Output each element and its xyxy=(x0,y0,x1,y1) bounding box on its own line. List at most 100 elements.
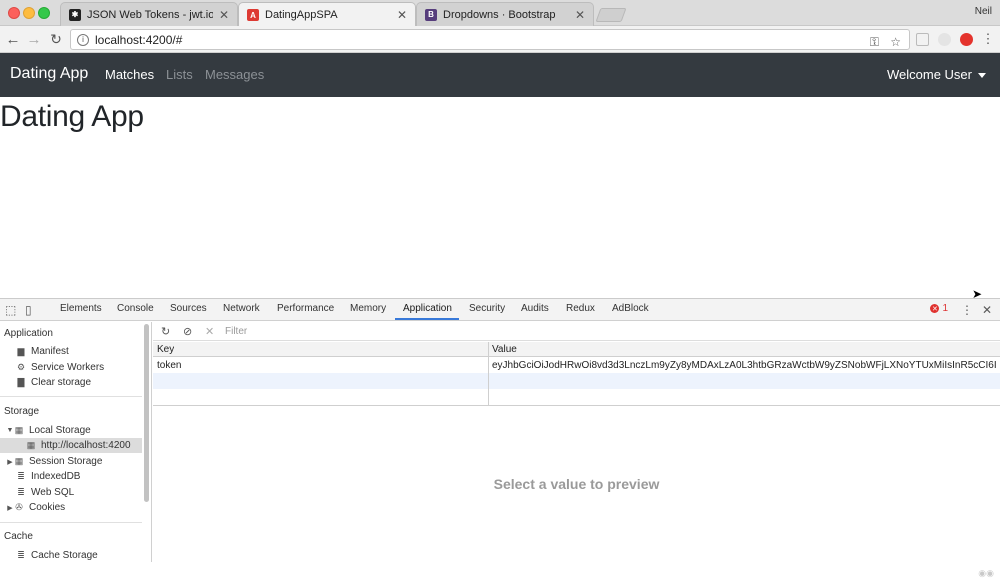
nav-link-messages[interactable]: Messages xyxy=(205,67,264,82)
back-arrow-icon[interactable]: ← xyxy=(3,29,23,49)
application-sidebar: Application ▆ Manifest ⚙ Service Workers ▇… xyxy=(0,322,152,562)
bookmark-star-icon[interactable]: ☆ xyxy=(890,35,901,49)
storage-main-pane: ↻ ⊘ ✕ Key Value token eyJhbGciOiJodHRwOi… xyxy=(153,322,1000,578)
database-icon: ≣ xyxy=(17,471,25,481)
browser-menu-icon[interactable]: ⋮ xyxy=(978,29,998,49)
cell-value: eyJhbGciOiJodHRwOi8vd3d3LnczLm9yZy8yMDAx… xyxy=(492,360,996,371)
tab-audits[interactable]: Audits xyxy=(521,303,549,314)
caret-down-icon xyxy=(978,73,986,79)
nav-link-lists[interactable]: Lists xyxy=(166,67,193,82)
app-navbar: Dating App Matches Lists Messages Welcom… xyxy=(0,53,1000,97)
column-header-key[interactable]: Key xyxy=(157,344,174,355)
delete-selected-icon[interactable]: ✕ xyxy=(205,325,214,338)
database-icon: ≣ xyxy=(17,550,25,560)
sidebar-section-storage: Storage xyxy=(4,406,40,417)
tab-performance[interactable]: Performance xyxy=(277,303,334,314)
document-icon: ▆ xyxy=(17,346,25,356)
bootstrap-icon: B xyxy=(425,8,437,21)
forward-arrow-icon[interactable]: → xyxy=(24,29,44,49)
nav-link-matches[interactable]: Matches xyxy=(105,67,154,82)
devtools-panel: ⬚ ▯ Elements Console Sources Network Per… xyxy=(0,298,1000,578)
extension-icon[interactable] xyxy=(916,33,929,46)
close-icon[interactable]: ✕ xyxy=(397,8,407,22)
sidebar-item-session-storage[interactable]: ▶ ▦ Session Storage xyxy=(0,454,142,469)
database-icon: ≣ xyxy=(17,487,25,497)
grid-icon: ▦ xyxy=(14,456,24,466)
browser-tab-datingapp[interactable]: A DatingAppSPA ✕ xyxy=(238,2,416,27)
table-row-empty[interactable] xyxy=(153,373,1000,389)
sidebar-item-label: Cache Storage xyxy=(31,550,98,561)
clear-all-icon[interactable]: ⊘ xyxy=(183,325,192,338)
refresh-icon[interactable]: ↻ xyxy=(161,325,170,338)
new-tab-button[interactable] xyxy=(595,8,627,22)
tab-title: Dropdowns · Bootstrap xyxy=(443,8,556,21)
sidebar-item-label: Service Workers xyxy=(31,362,105,373)
column-header-value[interactable]: Value xyxy=(492,344,517,355)
column-divider[interactable] xyxy=(488,342,489,406)
tab-adblock[interactable]: AdBlock xyxy=(612,303,649,314)
sidebar-item-local-storage[interactable]: ▼ ▦ Local Storage xyxy=(0,423,142,438)
user-dropdown[interactable]: Welcome User xyxy=(887,67,986,82)
sidebar-item-label: Local Storage xyxy=(29,425,91,436)
window-minimize-button[interactable] xyxy=(23,7,35,19)
error-count: 1 xyxy=(942,303,948,314)
filter-input[interactable] xyxy=(221,324,589,339)
close-icon[interactable]: ✕ xyxy=(219,8,229,22)
browser-tab-bootstrap[interactable]: B Dropdowns · Bootstrap ✕ xyxy=(416,2,594,26)
tab-redux[interactable]: Redux xyxy=(566,303,595,314)
sidebar-item-service-workers[interactable]: ⚙ Service Workers xyxy=(0,360,142,375)
window-zoom-button[interactable] xyxy=(38,7,50,19)
tab-title: JSON Web Tokens - jwt.io xyxy=(87,8,213,21)
sidebar-item-localhost[interactable]: ▦ http://localhost:4200 xyxy=(0,438,142,453)
error-icon: ✕ xyxy=(930,304,940,313)
collapsed-triangle-icon[interactable]: ▶ xyxy=(6,458,14,466)
browser-tab-jwt[interactable]: ✱ JSON Web Tokens - jwt.io ✕ xyxy=(60,2,238,26)
sidebar-item-label: Cookies xyxy=(29,502,66,513)
storage-table: Key Value token eyJhbGciOiJodHRwOi8vd3d3… xyxy=(153,342,1000,406)
sidebar-scrollbar[interactable] xyxy=(144,324,149,502)
navbar-brand[interactable]: Dating App xyxy=(10,65,88,83)
close-icon[interactable]: ✕ xyxy=(575,8,585,22)
inspect-element-icon[interactable]: ⬚ xyxy=(5,303,16,317)
extension-icon[interactable] xyxy=(938,33,951,46)
active-tab-indicator xyxy=(395,318,459,320)
udemy-watermark-icon: ◉◉ xyxy=(978,568,994,578)
tab-console[interactable]: Console xyxy=(117,303,154,314)
error-count-badge[interactable]: ✕ 1 xyxy=(930,303,948,314)
jwt-icon: ✱ xyxy=(69,8,81,21)
device-toolbar-icon[interactable]: ▯ xyxy=(25,303,32,317)
address-bar[interactable]: i localhost:4200/# ⚿ ☆ xyxy=(70,29,910,50)
sidebar-item-websql[interactable]: ≣ Web SQL xyxy=(0,485,142,500)
reload-icon[interactable]: ↻ xyxy=(46,29,66,49)
expanded-triangle-icon[interactable]: ▼ xyxy=(6,427,14,434)
devtools-close-icon[interactable]: ✕ xyxy=(982,303,992,317)
page-title: Dating App xyxy=(0,100,144,133)
opera-icon[interactable] xyxy=(960,33,973,46)
tab-memory[interactable]: Memory xyxy=(350,303,386,314)
value-preview-placeholder: Select a value to preview xyxy=(493,476,660,492)
devtools-toolbar: ⬚ ▯ Elements Console Sources Network Per… xyxy=(0,299,1000,321)
collapsed-triangle-icon[interactable]: ▶ xyxy=(6,504,14,512)
tab-application[interactable]: Application xyxy=(403,303,452,314)
browser-toolbar: ← → ↻ i localhost:4200/# ⚿ ☆ ⋮ xyxy=(0,26,1000,53)
key-icon[interactable]: ⚿ xyxy=(870,35,879,50)
browser-tab-bar: ✱ JSON Web Tokens - jwt.io ✕ A DatingApp… xyxy=(0,0,1000,27)
sidebar-item-indexeddb[interactable]: ≣ IndexedDB xyxy=(0,469,142,484)
grid-icon: ▦ xyxy=(14,425,24,435)
sidebar-item-clear-storage[interactable]: ▇ Clear storage xyxy=(0,375,142,390)
sidebar-item-cookies[interactable]: ▶ ✇ Cookies xyxy=(0,500,142,515)
tab-sources[interactable]: Sources xyxy=(170,303,207,314)
sidebar-item-manifest[interactable]: ▆ Manifest xyxy=(0,344,142,359)
tab-elements[interactable]: Elements xyxy=(60,303,102,314)
info-icon[interactable]: i xyxy=(77,33,89,46)
window-close-button[interactable] xyxy=(8,7,20,19)
tab-security[interactable]: Security xyxy=(469,303,505,314)
profile-name[interactable]: Neil xyxy=(975,6,992,17)
tab-title: DatingAppSPA xyxy=(265,9,338,21)
devtools-menu-icon[interactable]: ⋮ xyxy=(961,303,973,317)
tab-network[interactable]: Network xyxy=(223,303,260,314)
sidebar-item-label: Clear storage xyxy=(31,377,92,388)
gear-icon: ⚙ xyxy=(16,362,26,372)
trash-icon: ▇ xyxy=(17,377,25,387)
cookie-icon: ✇ xyxy=(15,502,23,512)
